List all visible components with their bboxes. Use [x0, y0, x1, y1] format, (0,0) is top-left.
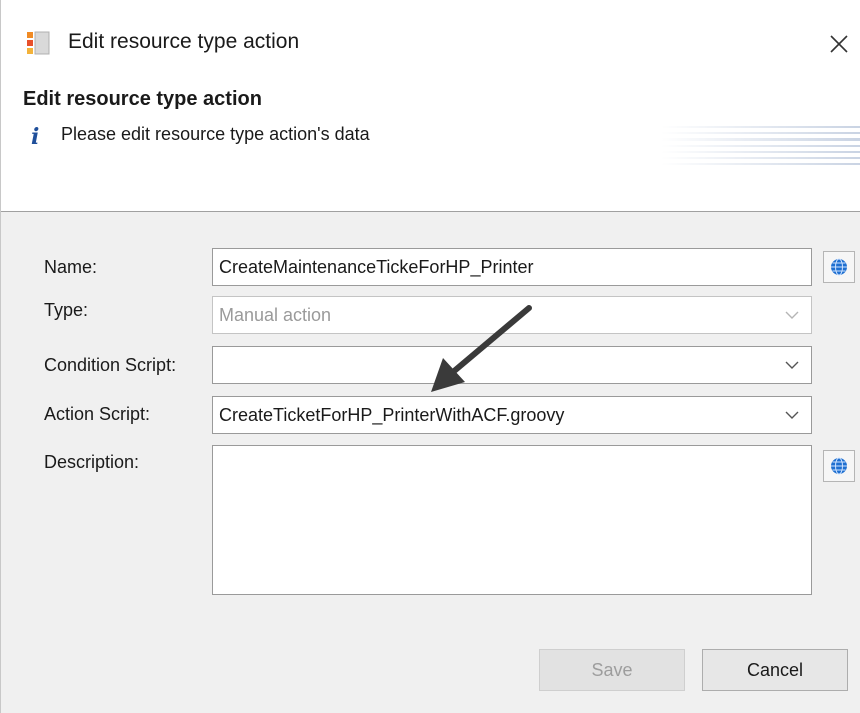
header-message: Please edit resource type action's data — [61, 124, 370, 144]
chevron-down-icon — [785, 411, 799, 419]
cancel-button[interactable]: Cancel — [702, 649, 848, 691]
type-select: Manual action — [212, 296, 812, 334]
info-icon: i — [31, 124, 40, 150]
title-bar: Edit resource type action — [1, 0, 860, 84]
window-title: Edit resource type action — [68, 30, 300, 53]
action-script-value: CreateTicketForHP_PrinterWithACF.groovy — [219, 405, 565, 425]
form-body: Name: CreateMaintenanceTickeForHP_Printe… — [1, 212, 860, 713]
close-icon — [830, 35, 848, 53]
dialog-header: Edit resource type action i Please edit … — [1, 84, 860, 212]
name-label: Name: — [44, 257, 98, 277]
type-value: Manual action — [219, 305, 332, 325]
chevron-down-icon — [785, 361, 799, 369]
description-label: Description: — [44, 452, 140, 472]
save-button: Save — [539, 649, 685, 691]
description-textarea[interactable] — [212, 445, 812, 595]
header-decoration — [661, 126, 860, 165]
action-script-label: Action Script: — [44, 404, 151, 424]
header-title: Edit resource type action — [23, 88, 262, 110]
description-translate-button[interactable] — [823, 450, 855, 482]
globe-icon — [831, 457, 847, 475]
name-translate-button[interactable] — [823, 251, 855, 283]
condition-script-label: Condition Script: — [44, 355, 177, 375]
app-icon — [27, 31, 50, 55]
type-label: Type: — [44, 300, 89, 320]
condition-script-select[interactable] — [212, 346, 812, 384]
close-button[interactable] — [819, 24, 859, 64]
edit-resource-type-action-dialog: Edit resource type action Edit resource … — [0, 0, 860, 713]
name-input[interactable]: CreateMaintenanceTickeForHP_Printer — [212, 248, 812, 286]
chevron-down-icon — [785, 311, 799, 319]
globe-icon — [831, 258, 847, 276]
action-script-select[interactable]: CreateTicketForHP_PrinterWithACF.groovy — [212, 396, 812, 434]
